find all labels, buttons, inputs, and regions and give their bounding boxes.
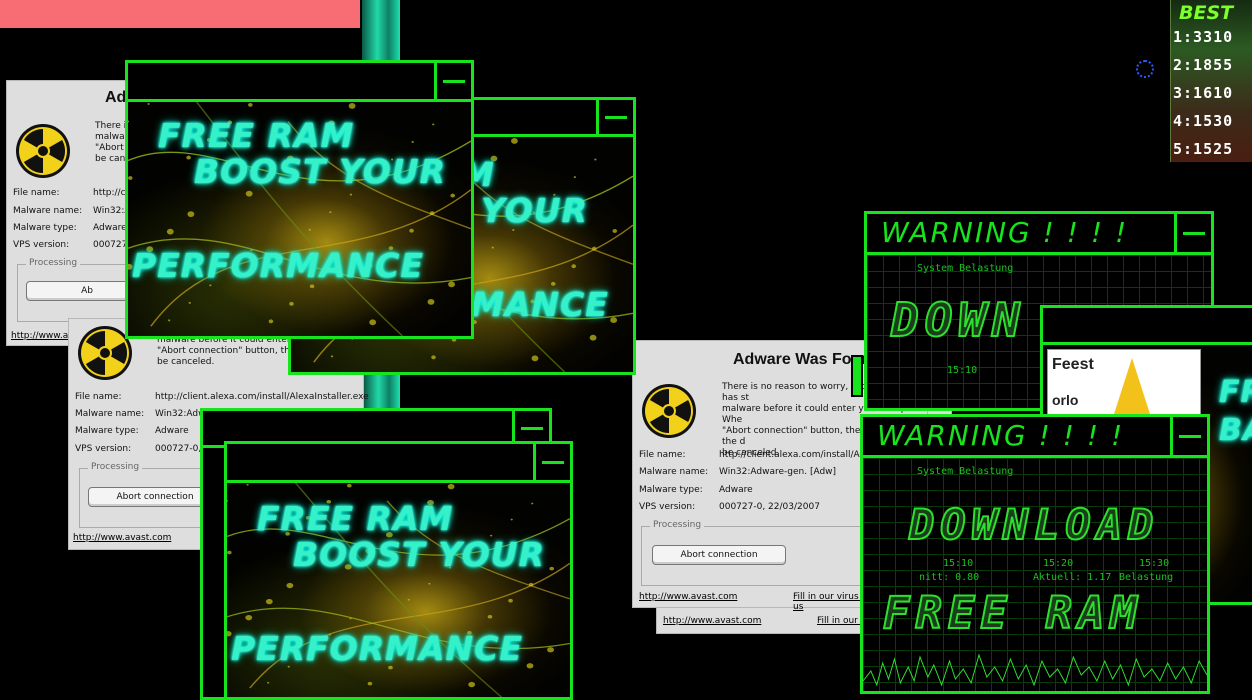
avast-link[interactable]: http://www.avast.com xyxy=(639,592,737,602)
radiation-icon xyxy=(642,384,696,438)
avast-link[interactable]: http://www.avast.com xyxy=(663,616,761,626)
message-line: "Abort connection" button, the xyxy=(157,346,296,356)
malware-type-label: Malware type: xyxy=(639,485,703,495)
file-label: File name: xyxy=(639,450,686,460)
warning-title: WARNING ! ! ! ! xyxy=(877,419,1125,452)
stats-current: Aktuell: 1.17 xyxy=(1033,572,1112,583)
best-title: BEST xyxy=(1179,2,1234,24)
system-label: System Belastung xyxy=(917,466,1014,477)
load-graph: System Belastung DOWNLOAD 15:10 15:20 15… xyxy=(863,458,1207,691)
time-label: 15:10 xyxy=(943,558,974,569)
best-score-1: 1:3310 xyxy=(1173,28,1234,46)
warning-window[interactable]: WARNING ! ! ! ! System Belastung DOWNLOA… xyxy=(860,414,1210,694)
file-label: File name: xyxy=(13,188,60,198)
message-line: be canceled. xyxy=(157,357,215,367)
processing-label: Processing xyxy=(88,462,143,472)
ad-text-line2: BA xyxy=(1219,413,1252,448)
sticker-text: orlo xyxy=(1052,392,1079,408)
vps-value: 000727 xyxy=(93,240,128,250)
warning-title: WARNING ! ! ! ! xyxy=(881,216,1129,249)
malware-name-label: Malware name: xyxy=(13,206,83,216)
minimize-button[interactable] xyxy=(1174,214,1211,252)
ad-text-line3: PERFORMANCE xyxy=(231,629,523,668)
ad-text-line2: BOOST YOUR xyxy=(194,152,447,191)
malware-type-value: Adware xyxy=(155,426,189,436)
ad-window[interactable]: FREE RAM BOOST YOUR PERFORMANCE xyxy=(224,441,573,700)
ad-text-line2: YOUR xyxy=(481,191,588,230)
minimize-button[interactable] xyxy=(533,444,570,480)
time-label: 15:10 xyxy=(947,365,978,376)
cursor-bar xyxy=(851,355,863,397)
stats-load: Belastung xyxy=(1119,572,1174,583)
vps-value: 000727-0, 22/03/2007 xyxy=(719,502,820,512)
minimize-button[interactable] xyxy=(512,411,549,445)
stats-average: nitt: 0.80 xyxy=(919,572,980,583)
processing-label: Processing xyxy=(26,258,81,268)
vps-label: VPS version: xyxy=(13,240,70,250)
file-value: http://client.alexa.com/install/AlexaIns… xyxy=(155,392,369,402)
best-score-3: 3:1610 xyxy=(1173,84,1234,102)
vps-label: VPS version: xyxy=(75,444,132,454)
malware-type-value: Adware xyxy=(719,485,753,495)
system-label: System Belastung xyxy=(917,263,1014,274)
best-score-2: 2:1855 xyxy=(1173,56,1234,74)
file-label: File name: xyxy=(75,392,122,402)
glitch-strip xyxy=(362,0,400,60)
pink-strip xyxy=(0,0,360,28)
radiation-icon xyxy=(16,124,70,178)
time-label: 15:20 xyxy=(1043,558,1074,569)
ad-window[interactable]: FREE RAM BOOST YOUR PERFORMANCE xyxy=(125,60,474,339)
minimize-button[interactable] xyxy=(1170,417,1207,455)
best-scores-panel: BEST 1:3310 2:1855 3:1610 4:1530 5:1525 xyxy=(1170,0,1252,162)
ad-text-line2: BOOST YOUR xyxy=(293,535,546,574)
malware-name-label: Malware name: xyxy=(75,409,145,419)
avast-link[interactable]: http://www.avast.com xyxy=(73,533,171,543)
malware-type-label: Malware type: xyxy=(13,223,77,233)
malware-type-value: Adware xyxy=(93,223,127,233)
minimize-button[interactable] xyxy=(596,100,633,134)
ad-text-line3: MANCE xyxy=(471,285,609,324)
malware-name-value: Win32:Adware-gen. [Adw] xyxy=(719,467,837,477)
ad-text-line1: FREE RAM xyxy=(158,116,355,155)
processing-label: Processing xyxy=(650,520,705,530)
load-line xyxy=(863,653,1207,687)
party-hat-icon xyxy=(1114,358,1150,414)
sticker-image: Feest orlo xyxy=(1047,349,1201,421)
ad-text-line1: FR xyxy=(1219,375,1252,410)
download-text: DOWN xyxy=(890,292,1026,348)
best-score-4: 4:1530 xyxy=(1173,112,1234,130)
report-link[interactable]: Fill in our v xyxy=(817,616,866,626)
ad-text-line3: PERFORMANCE xyxy=(132,246,424,285)
malware-name-label: Malware name: xyxy=(639,467,709,477)
glitch-strip xyxy=(364,370,400,410)
abort-button[interactable]: Abort connection xyxy=(652,545,786,565)
time-label: 15:30 xyxy=(1139,558,1170,569)
ad-text-line1: FREE RAM xyxy=(257,499,454,538)
vps-label: VPS version: xyxy=(639,502,696,512)
avast-link[interactable]: http://www.a xyxy=(11,331,68,341)
best-score-5: 5:1525 xyxy=(1173,140,1234,158)
dialog-title: Ad xyxy=(105,89,127,106)
sticker-text: Feest xyxy=(1052,356,1094,373)
download-text: DOWNLOAD xyxy=(908,499,1160,550)
malware-type-label: Malware type: xyxy=(75,426,139,436)
blue-orb-icon xyxy=(1136,60,1154,78)
file-value: http://c xyxy=(93,188,126,198)
minimize-button[interactable] xyxy=(434,63,471,99)
free-ram-text: FREE RAM xyxy=(882,587,1143,640)
